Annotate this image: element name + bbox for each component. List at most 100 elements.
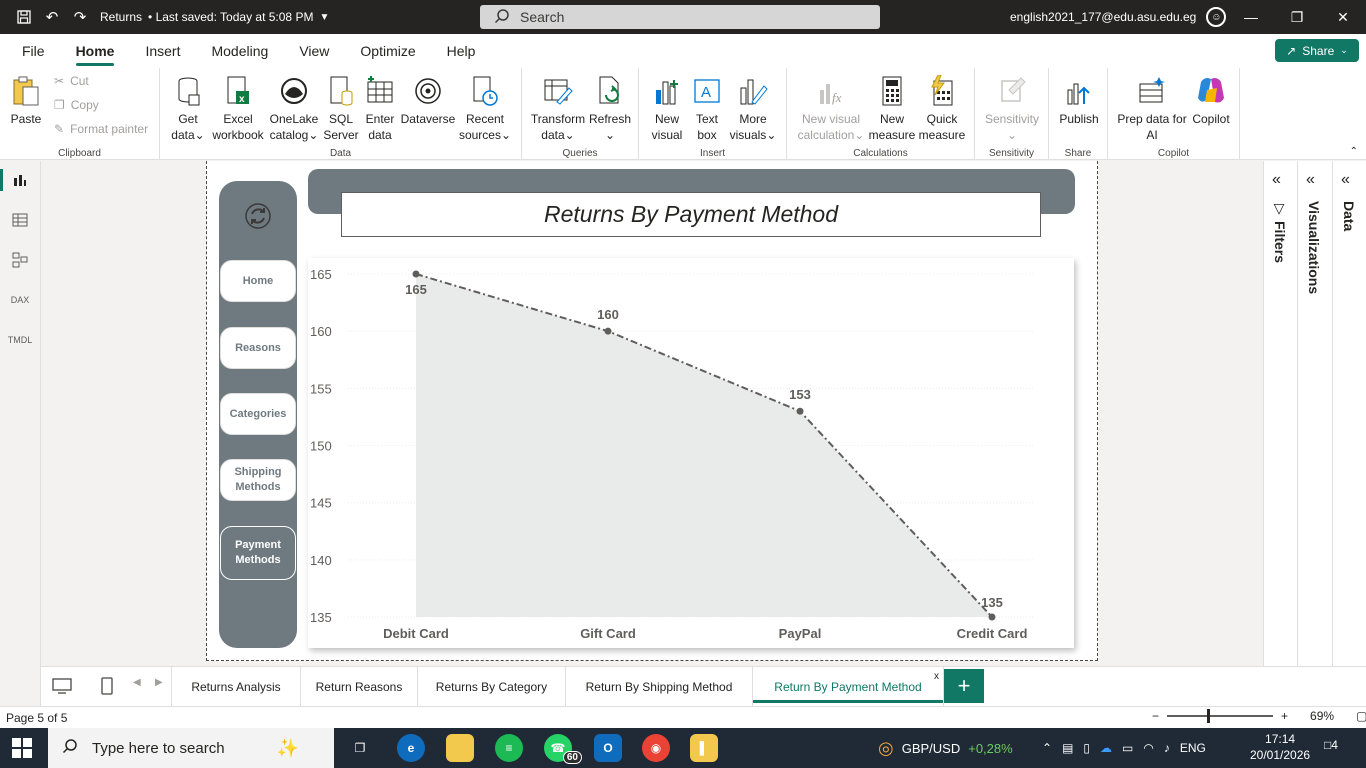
- onelake-catalog-button[interactable]: OneLake catalog⌄: [268, 74, 320, 143]
- menu-help[interactable]: Help: [447, 34, 476, 68]
- file-explorer-icon[interactable]: [446, 734, 474, 762]
- menu-file[interactable]: File: [22, 34, 45, 68]
- battery-icon[interactable]: ▭: [1122, 741, 1133, 755]
- chevron-left-icon[interactable]: ◀: [133, 677, 141, 688]
- undo-icon[interactable]: ↶: [38, 0, 66, 34]
- widget[interactable]: ◎ GBP/USD +0,28%: [878, 728, 1013, 768]
- data-pane[interactable]: « Data: [1333, 161, 1366, 666]
- refresh-button[interactable]: Refresh ⌄: [588, 74, 632, 143]
- more-visuals-button[interactable]: More visuals⌄: [729, 74, 777, 143]
- cut-button[interactable]: ✂ Cut: [54, 74, 89, 88]
- paste-button[interactable]: Paste: [10, 74, 42, 127]
- new-measure-button[interactable]: New measure: [869, 74, 915, 143]
- nav-payment-methods-button[interactable]: Payment Methods: [220, 526, 296, 580]
- save-icon[interactable]: [10, 0, 38, 34]
- wifi-icon[interactable]: ◠: [1143, 741, 1153, 755]
- desktop-layout-icon[interactable]: [51, 675, 73, 697]
- filters-pane[interactable]: « ▽ Filters: [1264, 161, 1298, 666]
- expand-visualizations-icon[interactable]: «: [1306, 171, 1315, 189]
- get-data-button[interactable]: Get data⌄: [168, 74, 208, 143]
- enter-data-button[interactable]: Enter data: [362, 74, 398, 143]
- zoom-slider[interactable]: [1167, 709, 1274, 723]
- tmdl-view-icon[interactable]: TMDL: [8, 330, 33, 350]
- tab-return-reasons[interactable]: Return Reasons: [301, 667, 418, 707]
- sql-server-button[interactable]: SQL Server: [322, 74, 360, 143]
- redo-icon[interactable]: ↷: [66, 0, 94, 34]
- tab-return-by-payment-method[interactable]: Return By Payment Method x: [753, 667, 944, 707]
- maximize-icon[interactable]: ❐: [1274, 0, 1320, 34]
- tab-returns-analysis[interactable]: Returns Analysis: [171, 667, 301, 707]
- language-indicator[interactable]: ENG: [1180, 741, 1206, 755]
- account[interactable]: english2021_177@edu.asu.edu.eg ☺: [1010, 0, 1227, 34]
- copy-button[interactable]: ❐ Copy: [54, 98, 99, 112]
- notifications-icon[interactable]: □4: [1324, 738, 1338, 752]
- chevron-right-icon[interactable]: ▶: [155, 677, 163, 688]
- menu-home[interactable]: Home: [75, 34, 114, 68]
- tray-device-icon[interactable]: ▯: [1083, 741, 1090, 755]
- onedrive-icon[interactable]: ☁: [1100, 741, 1112, 755]
- prep-data-for-ai-button[interactable]: Prep data for AI: [1116, 74, 1188, 143]
- table-view-icon[interactable]: [10, 210, 30, 230]
- nav-home-button[interactable]: Home: [220, 260, 296, 302]
- minimize-icon[interactable]: —: [1228, 0, 1274, 34]
- area-chart-visual[interactable]: 165 160 155 150 145 140 135 165 160 153 135 Debit C…: [308, 258, 1074, 648]
- tab-return-by-shipping-method[interactable]: Return By Shipping Method: [566, 667, 753, 707]
- tab-returns-by-category[interactable]: Returns By Category: [418, 667, 566, 707]
- recent-sources-button[interactable]: Recent sources⌄: [458, 74, 512, 143]
- volume-icon[interactable]: ♪: [1164, 741, 1170, 755]
- menu-insert[interactable]: Insert: [145, 34, 180, 68]
- model-view-icon[interactable]: [10, 250, 30, 270]
- taskbar-search[interactable]: Type here to search ✨: [48, 728, 334, 768]
- publish-button[interactable]: Publish: [1057, 74, 1101, 127]
- new-visual-calculation-button[interactable]: fx New visual calculation⌄: [795, 74, 867, 143]
- power-bi-icon[interactable]: ▌: [690, 734, 718, 762]
- dataverse-button[interactable]: Dataverse: [400, 74, 456, 127]
- close-icon[interactable]: ✕: [1320, 0, 1366, 34]
- excel-workbook-button[interactable]: x Excel workbook: [210, 74, 266, 143]
- spotify-icon[interactable]: ≡: [495, 734, 523, 762]
- tray-app-icon[interactable]: ▤: [1062, 741, 1073, 755]
- close-tab-icon[interactable]: x: [934, 671, 939, 682]
- expand-data-icon[interactable]: «: [1341, 171, 1350, 189]
- clock[interactable]: 17:14 20/01/2026: [1250, 731, 1310, 763]
- fit-to-page-icon[interactable]: ▢: [1356, 709, 1366, 723]
- window-title[interactable]: Returns • Last saved: Today at 5:08 PM ▼: [100, 10, 329, 24]
- data-pane-label: Data: [1341, 201, 1357, 231]
- avatar-icon[interactable]: ☺: [1206, 7, 1227, 27]
- nav-shipping-methods-button[interactable]: Shipping Methods: [220, 459, 296, 501]
- windows-start-icon[interactable]: [12, 738, 32, 758]
- report-view-icon[interactable]: [10, 170, 30, 190]
- mobile-layout-icon[interactable]: [96, 675, 118, 697]
- text-box-button[interactable]: A Text box: [689, 74, 725, 143]
- menu-view[interactable]: View: [299, 34, 329, 68]
- quick-measure-button[interactable]: Quick measure: [919, 74, 965, 143]
- visualizations-pane[interactable]: « Visualizations: [1298, 161, 1333, 666]
- zoom-out-icon[interactable]: −: [1152, 709, 1159, 723]
- edge-icon[interactable]: e: [397, 734, 425, 762]
- new-visual-button[interactable]: New visual: [649, 74, 685, 143]
- chrome-icon[interactable]: ◉: [642, 734, 670, 762]
- report-page[interactable]: Home Reasons Categories Shipping Methods…: [206, 161, 1098, 661]
- chevron-down-icon[interactable]: ▼: [319, 12, 329, 23]
- whatsapp-icon[interactable]: ☎ 60: [544, 734, 582, 764]
- zoom-in-icon[interactable]: +: [1281, 709, 1288, 723]
- copilot-button[interactable]: Copilot: [1188, 74, 1234, 127]
- format-painter-button[interactable]: ✎ Format painter: [54, 122, 148, 136]
- task-view-icon[interactable]: ❐: [346, 734, 374, 762]
- nav-reasons-button[interactable]: Reasons: [220, 327, 296, 369]
- menu-modeling[interactable]: Modeling: [211, 34, 268, 68]
- sensitivity-button[interactable]: Sensitivity ⌄: [979, 74, 1045, 143]
- data-point: [796, 407, 804, 415]
- dax-query-view-icon[interactable]: DAX: [10, 290, 30, 310]
- add-page-button[interactable]: +: [944, 669, 984, 703]
- nav-categories-button[interactable]: Categories: [220, 393, 296, 435]
- menu-optimize[interactable]: Optimize: [360, 34, 415, 68]
- transform-data-button[interactable]: Transform data⌄: [530, 74, 586, 143]
- share-button[interactable]: ↗ Share ⌄: [1275, 39, 1359, 62]
- zoom-level[interactable]: 69%: [1310, 709, 1334, 723]
- search-box[interactable]: Search: [480, 5, 880, 29]
- collapse-ribbon-icon[interactable]: ⌃: [1350, 146, 1358, 157]
- outlook-icon[interactable]: O: [594, 734, 622, 762]
- chevron-up-icon[interactable]: ⌃: [1042, 741, 1052, 755]
- expand-filters-icon[interactable]: «: [1272, 171, 1281, 189]
